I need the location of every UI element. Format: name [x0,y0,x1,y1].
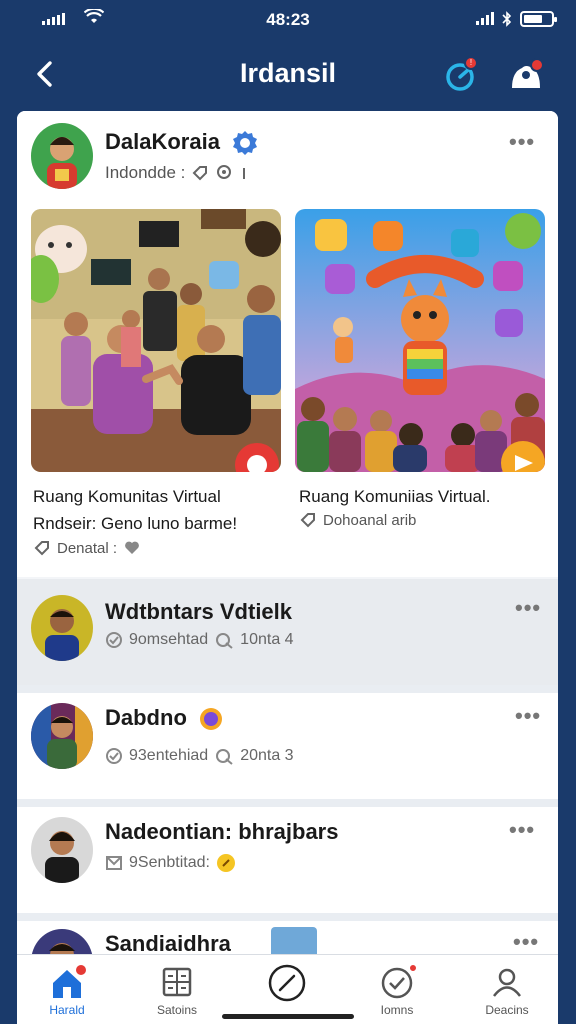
divider [17,913,558,921]
user-icon [493,968,521,997]
message-icon [106,856,122,870]
home-badge [74,963,88,977]
avatar[interactable] [31,703,93,769]
media-tag-text: Denatal : [57,539,118,557]
post-author-name[interactable]: DalaKoraia [105,129,258,156]
row-title: Dabdno [105,705,223,731]
check-circle-icon [106,748,122,764]
media-tag-right: Dohoanal arib [299,511,416,529]
media-caption-left[interactable]: Ruang Komunitas Virtual Rndseir: Geno lu… [33,483,237,537]
link-icon [216,633,233,649]
media-card-right[interactable] [295,209,545,472]
list-item[interactable]: Dabdno 93entehiad 20nta 3 ••• [17,693,558,799]
tab-home[interactable]: Harald [22,963,112,1023]
community-photo [31,209,281,472]
tab-label: Deacins [485,1003,529,1017]
post-card[interactable]: DalaKoraia Indondde : ••• Ruang Komunita… [17,111,558,577]
more-options-icon[interactable]: ••• [509,817,535,843]
row-meta-a: 9Senbtitad: [129,854,210,871]
list-item[interactable]: Nadeontian: bhrajbars 9Senbtitad: ••• [17,807,558,913]
post-meta: Indondde : [105,163,249,183]
media-title: Ruang Komuniias Virtual. [299,487,491,506]
row-meta: 9Senbtitad: [105,853,236,873]
media-tag-text: Dohoanal arib [323,511,417,529]
media-title: Ruang Komunitas Virtual [33,487,221,506]
tag-icon [300,513,315,528]
app-frame: 48:23 Irdansil ! DalaKoraia Indondde: •… [0,0,576,1024]
row-title-text: Dabdno [105,705,187,730]
info-icon [243,168,246,179]
home-indicator [222,1014,354,1019]
profile-badge [530,58,544,72]
tab-label: Iomns [380,1003,414,1017]
avatar[interactable] [31,595,93,661]
feed-panel: DalaKoraia Indondde : ••• Ruang Komunita… [17,111,558,1024]
more-options-icon[interactable]: ••• [515,595,541,621]
status-bar: 48:23 [0,0,576,40]
tab-activity[interactable]: Iomns [352,963,442,1023]
more-options-icon[interactable]: ••• [513,929,539,955]
media-tag-left: Denatal : [33,539,141,557]
more-options-icon[interactable]: ••• [515,703,541,729]
verified-icon [233,131,258,156]
tag-icon [34,541,49,556]
media-card-left[interactable] [31,209,281,472]
emoji-icon [216,854,235,872]
divider [17,685,558,693]
media-subtitle: Rndseir: Geno luno barme! [33,514,238,533]
tab-label: Harald [49,1003,85,1017]
app-header: Irdansil ! [16,42,560,110]
divider [17,799,558,807]
row-meta-a: 93entehiad [129,747,209,764]
compass-icon [268,964,306,1002]
row-meta-b: 20nta 3 [240,747,294,764]
cell-signal-icon [476,12,494,25]
battery-icon [520,11,557,27]
tab-sections[interactable]: Satoins [132,963,222,1023]
location-icon [217,165,232,179]
activity-badge [408,963,418,973]
row-meta: 93entehiad 20nta 3 [105,747,294,765]
avatar[interactable] [31,817,93,883]
tab-label: Satoins [156,1003,198,1017]
badge-icon [200,708,223,731]
bluetooth-icon [502,11,512,27]
post-meta-text: Indondde : [105,163,186,182]
row-meta-b: 10nta 4 [240,631,294,648]
more-options-icon[interactable]: ••• [509,129,535,155]
row-title: Wdtbntars Vdtielk [105,599,293,624]
check-circle-icon [106,632,122,648]
link-icon [216,749,233,765]
notification-badge: ! [464,56,478,70]
tag-icon [192,166,208,181]
row-meta: 9omsehtad 10nta 4 [105,631,294,649]
virtual-room-illustration [295,209,545,472]
profile-button[interactable] [506,56,546,96]
heart-icon[interactable] [123,539,141,557]
avatar[interactable] [31,123,93,189]
media-caption-right[interactable]: Ruang Komuniias Virtual. [299,483,491,510]
row-meta-a: 9omsehtad [129,631,209,648]
tab-profile[interactable]: Deacins [462,963,552,1023]
list-item[interactable]: Wdtbntars Vdtielk 9omsehtad 10nta 4 ••• [17,579,558,685]
grid-icon [162,967,192,997]
notification-button[interactable]: ! [442,56,482,96]
row-title: Nadeontian: bhrajbars [105,819,339,844]
